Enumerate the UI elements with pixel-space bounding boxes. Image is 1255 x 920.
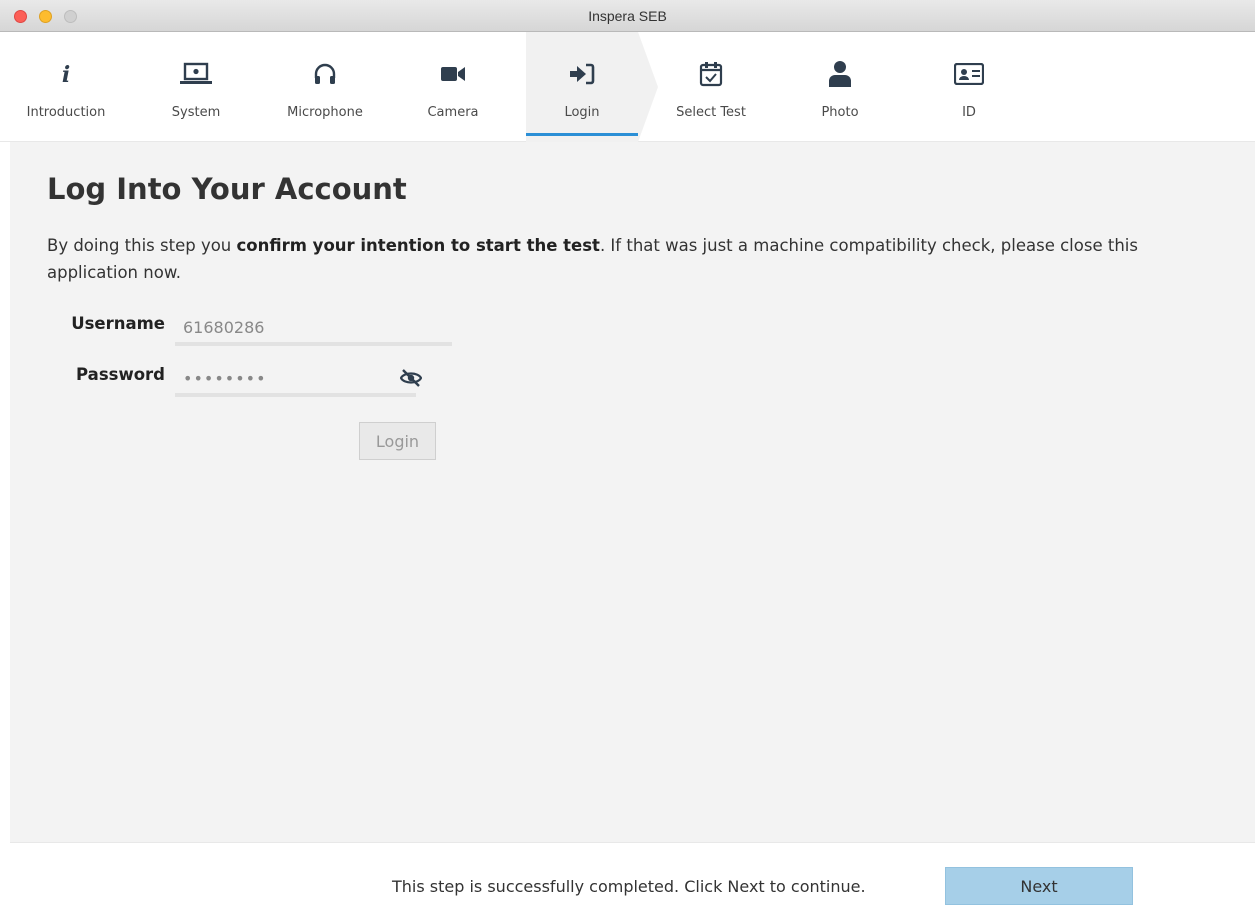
status-message: This step is successfully completed. Cli… (392, 877, 866, 896)
sign-in-icon (526, 60, 638, 88)
username-label: Username (71, 314, 165, 333)
next-button[interactable]: Next (945, 867, 1133, 905)
step-label: Camera (427, 105, 479, 120)
intro-text: By doing this step you confirm your inte… (47, 232, 1207, 286)
step-label: Login (564, 105, 600, 120)
title-bar: Inspera SEB (0, 0, 1255, 32)
step-label: Photo (821, 105, 859, 120)
password-input[interactable] (175, 363, 416, 397)
step-system[interactable]: System (140, 32, 252, 142)
step-label: Introduction (26, 105, 106, 120)
step-photo[interactable]: Photo (784, 32, 896, 142)
info-icon: i (10, 60, 122, 88)
step-navigation: i Introduction System Microphone Camera … (0, 32, 1255, 142)
intro-text-start: By doing this step you (47, 236, 237, 255)
step-label: Select Test (676, 105, 746, 120)
step-select-test[interactable]: Select Test (655, 32, 767, 142)
hide-password-icon[interactable] (400, 367, 422, 389)
main-content: Log Into Your Account By doing this step… (10, 142, 1255, 842)
active-step-indicator (526, 133, 638, 136)
step-label: System (171, 105, 221, 120)
intro-text-emphasis: confirm your intention to start the test (236, 236, 600, 255)
laptop-icon (140, 60, 252, 88)
footer-bar: This step is successfully completed. Cli… (10, 842, 1255, 920)
headphones-icon (269, 60, 381, 88)
id-card-icon (913, 60, 1025, 88)
step-introduction[interactable]: i Introduction (10, 32, 122, 142)
step-id[interactable]: ID (913, 32, 1025, 142)
page-title: Log Into Your Account (47, 172, 407, 206)
step-login[interactable]: Login (526, 32, 658, 142)
step-microphone[interactable]: Microphone (269, 32, 381, 142)
user-icon (784, 60, 896, 88)
username-input[interactable] (175, 312, 452, 346)
step-label: Microphone (287, 105, 363, 120)
video-camera-icon (397, 60, 509, 88)
svg-text:i: i (62, 63, 70, 85)
window-title: Inspera SEB (588, 8, 667, 24)
step-camera[interactable]: Camera (397, 32, 509, 142)
login-button[interactable]: Login (359, 422, 436, 460)
calendar-check-icon (655, 60, 767, 88)
step-label: ID (962, 105, 976, 120)
password-label: Password (76, 365, 165, 384)
